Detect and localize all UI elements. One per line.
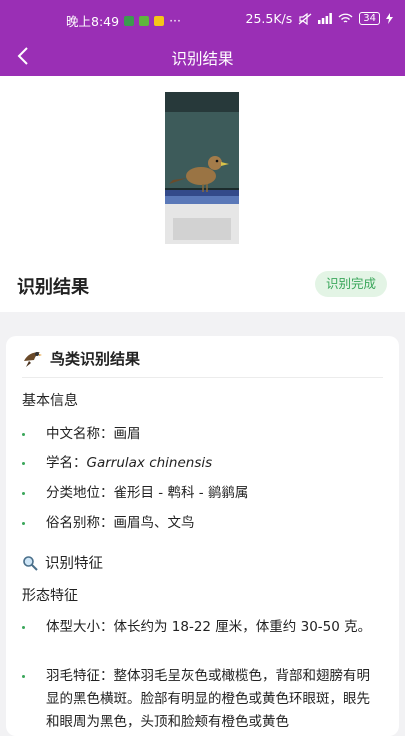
- bullet-icon: [22, 433, 25, 436]
- item-label: 学名：: [46, 455, 87, 471]
- message-icon: [154, 15, 165, 26]
- card-title: 鸟类识别结果: [50, 350, 141, 368]
- photo-card: 识别结果 识别完成: [0, 76, 405, 312]
- battery-icon: 34: [359, 12, 380, 25]
- basic-info-heading: 基本信息: [22, 393, 78, 409]
- item-label: 羽毛特征：: [46, 668, 114, 684]
- app-notification-icon-2: [139, 15, 150, 26]
- result-title: 识别结果: [17, 277, 89, 298]
- app-notification-icon: [124, 15, 135, 26]
- mute-icon: [298, 12, 312, 25]
- item-label: 分类地位：: [46, 485, 114, 501]
- bird-info-card: 鸟类识别结果 基本信息 中文名称：画眉 学名：Garrulax chinensi…: [6, 336, 399, 736]
- item-value: Garrulax chinensis: [86, 455, 213, 471]
- status-bar: 晚上8:49 ··· 25.5K/s 34: [0, 0, 405, 40]
- app-bar: 识别结果: [0, 40, 405, 76]
- bullet-icon: [22, 522, 25, 525]
- wifi-icon: [338, 13, 353, 23]
- item-value: 画眉: [113, 426, 141, 442]
- bullet-icon: [22, 492, 25, 495]
- features-heading-label: 识别特征: [45, 556, 103, 572]
- bird-icon: [24, 351, 42, 367]
- item-label: 中文名称：: [46, 426, 114, 442]
- features-heading: 识别特征: [22, 552, 103, 573]
- bullet-icon: [22, 626, 25, 629]
- item-value: 体长约为 18-22 厘米，体重约 30-50 克。: [113, 619, 372, 635]
- card-header: 鸟类识别结果: [22, 348, 140, 369]
- search-icon: [23, 555, 38, 571]
- charging-icon: [386, 13, 393, 24]
- bullet-icon: [22, 462, 25, 465]
- status-badge: 识别完成: [315, 271, 387, 297]
- status-time: 晚上8:49: [66, 14, 120, 29]
- more-notifications: ···: [169, 13, 181, 28]
- morphology-heading: 形态特征: [22, 588, 78, 604]
- signal-icon: [318, 13, 333, 24]
- item-value: 雀形目 - 鹎科 - 鹟鹟属: [113, 485, 249, 501]
- item-label: 体型大小：: [46, 619, 114, 635]
- bird-photo[interactable]: [165, 92, 239, 244]
- item-value: 画眉鸟、文鸟: [113, 515, 195, 531]
- bullet-icon: [22, 675, 25, 678]
- page-title: 识别结果: [171, 50, 234, 68]
- divider: [22, 377, 383, 378]
- item-label: 俗名别称：: [46, 515, 114, 531]
- network-speed: 25.5K/s: [245, 11, 293, 26]
